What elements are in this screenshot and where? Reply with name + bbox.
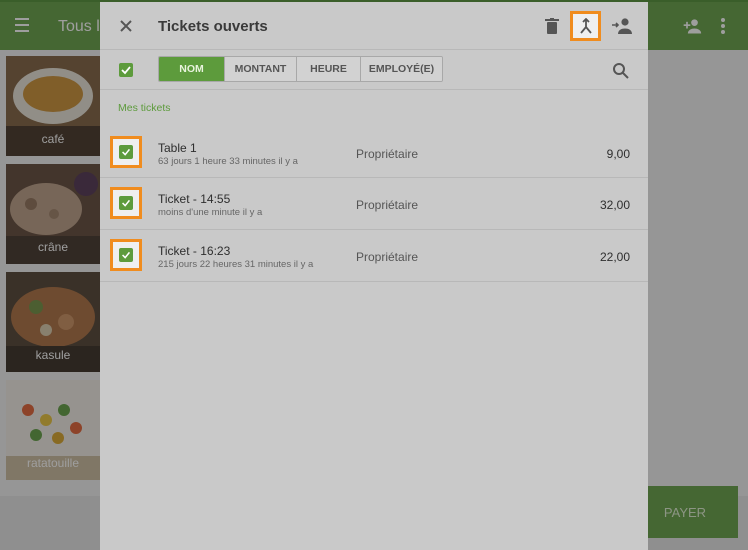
ticket-owner: Propriétaire — [356, 147, 419, 161]
sort-segmented-control: NOM MONTANT HEURE EMPLOYÉ(E) — [158, 56, 443, 82]
checkbox-checked-icon — [122, 148, 131, 156]
ticket-checkbox[interactable] — [110, 187, 142, 219]
sort-by-name-button[interactable]: NOM — [159, 57, 224, 81]
sort-by-amount-button[interactable]: MONTANT — [224, 57, 296, 81]
merge-icon[interactable] — [570, 11, 601, 41]
checkbox-checked-icon — [122, 251, 131, 259]
ticket-amount: 32,00 — [599, 198, 630, 212]
section-label-my-tickets: Mes tickets — [118, 102, 171, 114]
close-icon[interactable] — [116, 16, 136, 36]
sort-by-employee-button[interactable]: EMPLOYÉ(E) — [360, 57, 442, 81]
sort-by-time-button[interactable]: HEURE — [296, 57, 360, 81]
ticket-time: 63 jours 1 heure 33 minutes il y a — [158, 156, 298, 167]
ticket-time: moins d'une minute il y a — [158, 207, 263, 218]
ticket-name: Table 1 — [158, 141, 197, 155]
ticket-owner: Propriétaire — [356, 250, 419, 264]
ticket-checkbox[interactable] — [110, 239, 142, 271]
ticket-owner: Propriétaire — [356, 198, 419, 212]
ticket-name: Ticket - 14:55 — [158, 192, 231, 206]
ticket-amount: 9,00 — [606, 147, 630, 161]
search-icon[interactable] — [612, 62, 630, 80]
ticket-row[interactable]: Ticket - 14:55 moins d'une minute il y a… — [100, 178, 648, 230]
assign-user-icon[interactable] — [610, 14, 634, 38]
ticket-time: 215 jours 22 heures 31 minutes il y a — [158, 259, 314, 270]
dialog-header: Tickets ouverts — [100, 2, 648, 50]
ticket-amount: 22,00 — [599, 250, 630, 264]
ticket-name: Ticket - 16:23 — [158, 244, 231, 258]
ticket-list: Table 1 63 jours 1 heure 33 minutes il y… — [100, 126, 648, 282]
dialog-title: Tickets ouverts — [158, 18, 268, 35]
ticket-checkbox[interactable] — [110, 136, 142, 168]
filter-bar: NOM MONTANT HEURE EMPLOYÉ(E) — [100, 50, 648, 90]
ticket-row[interactable]: Ticket - 16:23 215 jours 22 heures 31 mi… — [100, 230, 648, 282]
checkbox-checked-icon — [122, 199, 131, 207]
checkbox-checked-icon — [121, 66, 131, 75]
ticket-row[interactable]: Table 1 63 jours 1 heure 33 minutes il y… — [100, 126, 648, 178]
trash-icon[interactable] — [540, 14, 564, 38]
open-tickets-dialog: Tickets ouverts NOM MONTANT HEURE EMPLOY… — [100, 2, 648, 550]
select-all-checkbox[interactable] — [119, 63, 133, 77]
